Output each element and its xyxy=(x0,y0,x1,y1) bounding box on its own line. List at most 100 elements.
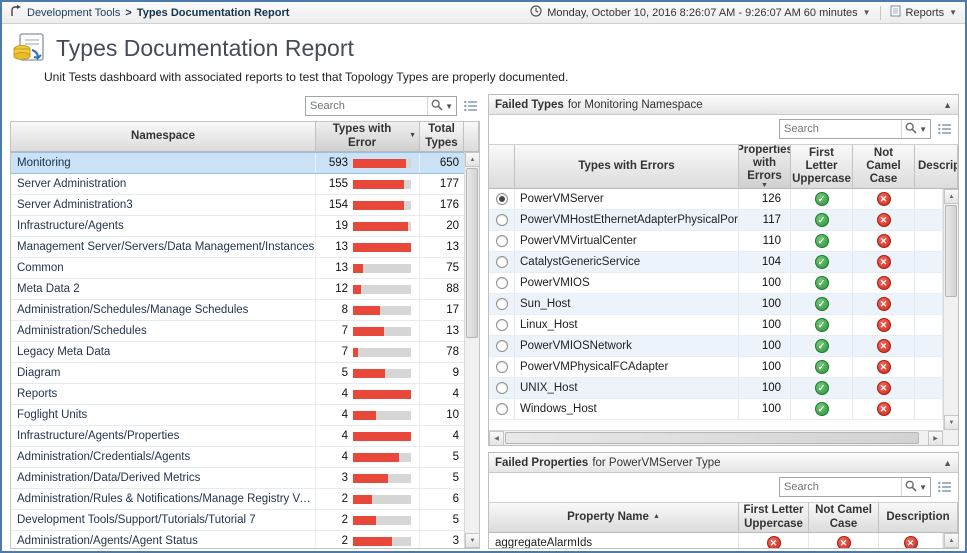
failed-type-row[interactable]: UNIX_Host100✓✕ xyxy=(489,378,943,399)
scroll-down-icon[interactable]: ▼ xyxy=(944,415,958,430)
namespace-row[interactable]: Meta Data 21288 xyxy=(11,279,464,300)
failed-type-row[interactable]: Windows_Host100✓✕ xyxy=(489,399,943,420)
failed-types-vertical-scrollbar[interactable]: ▲ ▼ xyxy=(943,189,958,430)
time-range-dropdown-icon[interactable]: ▼ xyxy=(863,8,871,17)
failed-type-row[interactable]: CatalystGenericService104✓✕ xyxy=(489,252,943,273)
row-radio[interactable] xyxy=(496,319,508,331)
namespace-row[interactable]: Administration/Credentials/Agents45 xyxy=(11,447,464,468)
namespace-row[interactable]: Administration/Rules & Notifications/Man… xyxy=(11,489,464,510)
properties-with-errors-count: 110 xyxy=(739,231,791,251)
column-header-not-camel-case[interactable]: Not Camel Case xyxy=(809,503,879,533)
namespace-row[interactable]: Management Server/Servers/Data Managemen… xyxy=(11,237,464,258)
description-cell xyxy=(915,336,943,356)
row-radio[interactable] xyxy=(496,193,508,205)
errors-bar xyxy=(353,222,411,231)
row-radio[interactable] xyxy=(496,361,508,373)
row-radio[interactable] xyxy=(496,235,508,247)
row-radio[interactable] xyxy=(496,382,508,394)
failed-types-search-input[interactable] xyxy=(780,123,901,135)
search-options-dropdown-icon[interactable]: ▼ xyxy=(919,125,927,134)
failed-type-row[interactable]: PowerVMIOS100✓✕ xyxy=(489,273,943,294)
search-icon[interactable] xyxy=(905,122,917,137)
failed-type-row[interactable]: Sun_Host100✓✕ xyxy=(489,294,943,315)
failed-types-horizontal-scrollbar[interactable]: ◀ ▶ xyxy=(489,430,943,445)
failed-type-row[interactable]: PowerVMPhysicalFCAdapter100✓✕ xyxy=(489,357,943,378)
failed-properties-search-input[interactable] xyxy=(780,481,901,493)
failed-type-row[interactable]: PowerVMIOSNetwork100✓✕ xyxy=(489,336,943,357)
row-radio[interactable] xyxy=(496,298,508,310)
namespace-row[interactable]: Server Administration155177 xyxy=(11,174,464,195)
search-icon[interactable] xyxy=(431,99,443,114)
namespace-row[interactable]: Infrastructure/Agents1920 xyxy=(11,216,464,237)
column-header-types-with-error[interactable]: Types with Error xyxy=(316,122,420,152)
errors-cell: 3 xyxy=(316,468,420,488)
column-header-properties-with-errors[interactable]: Properties with Errors ▼ xyxy=(739,145,791,189)
namespace-search-input[interactable] xyxy=(306,100,427,112)
scroll-right-icon[interactable]: ▶ xyxy=(928,431,943,445)
description-cell xyxy=(915,399,943,419)
failed-type-row[interactable]: Linux_Host100✓✕ xyxy=(489,315,943,336)
failed-properties-vertical-scrollbar[interactable]: ▲ xyxy=(943,533,958,548)
row-radio[interactable] xyxy=(496,256,508,268)
failed-type-row[interactable]: PowerVMVirtualCenter110✓✕ xyxy=(489,231,943,252)
collapse-panel-icon[interactable]: ▲ xyxy=(943,100,952,110)
time-range-label[interactable]: Monday, October 10, 2016 8:26:07 AM - 9:… xyxy=(547,7,857,19)
column-header-description[interactable]: Description xyxy=(879,503,958,533)
failed-type-row[interactable]: PowerVMServer126✓✕ xyxy=(489,189,943,210)
failed-property-row[interactable]: aggregateAlarmIds✕✕✕ xyxy=(489,533,943,548)
total-count: 4 xyxy=(420,384,464,404)
table-customizer-icon[interactable] xyxy=(938,481,952,493)
namespace-row[interactable]: Development Tools/Support/Tutorials/Tuto… xyxy=(11,510,464,531)
search-icon[interactable] xyxy=(905,480,917,495)
errors-count: 12 xyxy=(316,283,348,295)
namespace-row[interactable]: Legacy Meta Data778 xyxy=(11,342,464,363)
properties-with-errors-count: 100 xyxy=(739,273,791,293)
namespace-row[interactable]: Administration/Agents/Agent Status23 xyxy=(11,531,464,549)
scroll-up-icon[interactable]: ▲ xyxy=(944,189,958,204)
scroll-up-icon[interactable]: ▲ xyxy=(944,533,958,548)
column-header-types-with-errors[interactable]: Types with Errors xyxy=(515,145,739,189)
row-radio[interactable] xyxy=(496,403,508,415)
search-options-dropdown-icon[interactable]: ▼ xyxy=(445,102,453,111)
namespace-row[interactable]: Administration/Schedules/Manage Schedule… xyxy=(11,300,464,321)
collapse-panel-icon[interactable]: ▲ xyxy=(943,458,952,468)
x-icon: ✕ xyxy=(877,213,891,227)
namespace-row[interactable]: Monitoring593650 xyxy=(11,152,464,174)
column-header-property-name[interactable]: Property Name xyxy=(489,503,739,533)
namespace-row[interactable]: Diagram59 xyxy=(11,363,464,384)
row-radio[interactable] xyxy=(496,340,508,352)
namespace-row[interactable]: Common1375 xyxy=(11,258,464,279)
namespace-row[interactable]: Reports44 xyxy=(11,384,464,405)
x-icon: ✕ xyxy=(767,536,781,548)
column-header-first-letter-uppercase[interactable]: First Letter Uppercase xyxy=(791,145,853,189)
namespace-row[interactable]: Server Administration3154176 xyxy=(11,195,464,216)
scroll-left-icon[interactable]: ◀ xyxy=(489,431,504,445)
namespace-row[interactable]: Administration/Schedules713 xyxy=(11,321,464,342)
namespace-name: Development Tools/Support/Tutorials/Tuto… xyxy=(11,510,316,530)
column-header-not-camel-case[interactable]: Not Camel Case xyxy=(853,145,915,189)
column-header-namespace[interactable]: Namespace xyxy=(11,122,316,152)
column-header-total-types[interactable]: Total Types xyxy=(420,122,464,152)
failed-type-row[interactable]: PowerVMHostEthernetAdapterPhysicalPort11… xyxy=(489,210,943,231)
breadcrumb-parent[interactable]: Development Tools xyxy=(27,7,120,19)
namespace-row[interactable]: Infrastructure/Agents/Properties44 xyxy=(11,426,464,447)
table-customizer-icon[interactable] xyxy=(464,100,478,112)
column-header-first-letter-uppercase[interactable]: First Letter Uppercase xyxy=(739,503,809,533)
row-radio[interactable] xyxy=(496,214,508,226)
scrollbar-thumb[interactable] xyxy=(505,432,919,444)
namespace-vertical-scrollbar[interactable]: ▲ ▼ xyxy=(464,152,479,548)
scrollbar-thumb[interactable] xyxy=(945,205,957,297)
scroll-up-icon[interactable]: ▲ xyxy=(465,152,480,167)
column-header-radio xyxy=(489,145,515,189)
search-options-dropdown-icon[interactable]: ▼ xyxy=(919,483,927,492)
row-radio[interactable] xyxy=(496,277,508,289)
reports-dropdown-icon[interactable]: ▼ xyxy=(949,8,957,17)
scroll-down-icon[interactable]: ▼ xyxy=(465,533,480,548)
table-customizer-icon[interactable] xyxy=(938,123,952,135)
namespace-row[interactable]: Administration/Data/Derived Metrics35 xyxy=(11,468,464,489)
column-header-description[interactable]: Description xyxy=(915,145,958,189)
errors-cell: 7 xyxy=(316,321,420,341)
scrollbar-thumb[interactable] xyxy=(466,168,478,338)
reports-menu-label[interactable]: Reports xyxy=(906,7,945,19)
namespace-row[interactable]: Foglight Units410 xyxy=(11,405,464,426)
